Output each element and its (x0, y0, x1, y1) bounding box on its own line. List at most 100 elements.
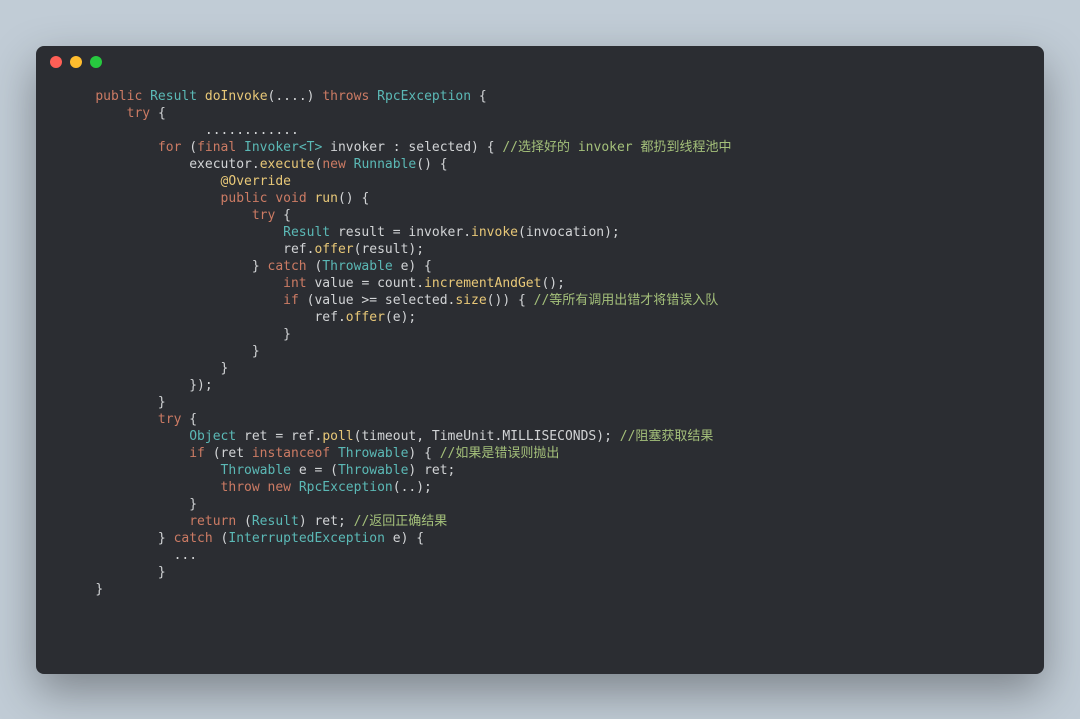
dots: ... (174, 548, 197, 563)
type-throwable: Throwable (338, 446, 408, 461)
p: ) ret; (299, 514, 346, 529)
p: (); (541, 276, 564, 291)
arg: result (361, 242, 408, 257)
brace: { (479, 89, 487, 104)
args: timeout, TimeUnit.MILLISECONDS (361, 429, 596, 444)
minimize-icon[interactable] (70, 56, 82, 68)
zoom-icon[interactable] (90, 56, 102, 68)
eq: = (393, 225, 401, 240)
kw-throws: throws (322, 89, 369, 104)
m: size (455, 293, 486, 308)
m: offer (346, 310, 385, 325)
kw-int: int (283, 276, 306, 291)
dot: . (463, 225, 471, 240)
p: () { (416, 157, 447, 172)
p: ) { (471, 140, 494, 155)
var: ret (221, 446, 244, 461)
p: ( (213, 446, 221, 461)
kw-catch: catch (268, 259, 307, 274)
var: value (314, 276, 353, 291)
m: invoke (471, 225, 518, 240)
obj: ref (283, 242, 306, 257)
kw-public: public (221, 191, 268, 206)
dot: . (252, 157, 260, 172)
brace: } (158, 395, 166, 410)
obj: invoker (408, 225, 463, 240)
p: ( (518, 225, 526, 240)
var: invoker (330, 140, 385, 155)
code-block: public Result doInvoke(....) throws RpcE… (36, 78, 1044, 618)
p: ); (604, 225, 620, 240)
type-interrupted: InterruptedException (228, 531, 385, 546)
brace: } (221, 361, 229, 376)
dot: . (338, 310, 346, 325)
obj: count (377, 276, 416, 291)
kw-new: new (322, 157, 345, 172)
eq: = (361, 276, 369, 291)
fn-doinvoke: doInvoke (205, 89, 268, 104)
p: ); (401, 310, 417, 325)
arg: e (393, 310, 401, 325)
brace: } (158, 565, 166, 580)
p: ( (330, 463, 338, 478)
p: ) ret; (408, 463, 455, 478)
type-result: Result (283, 225, 330, 240)
arg: invocation (526, 225, 604, 240)
kw-instanceof: instanceof (252, 446, 330, 461)
comment: //选择好的 invoker 都扔到线程池中 (502, 140, 731, 155)
kw-public: public (95, 89, 142, 104)
type-rpcex: RpcException (377, 89, 471, 104)
type-result: Result (252, 514, 299, 529)
brace: }); (189, 378, 212, 393)
close-icon[interactable] (50, 56, 62, 68)
dots: ............ (205, 123, 299, 138)
brace: { (189, 412, 197, 427)
p: ) { (408, 446, 431, 461)
kw-throw: throw (221, 480, 260, 495)
var: e (393, 531, 401, 546)
var: selected (408, 140, 471, 155)
p: ( (385, 310, 393, 325)
type-runnable: Runnable (354, 157, 417, 172)
p: ( (189, 140, 197, 155)
comment: //等所有调用出错才将错误入队 (534, 293, 719, 308)
titlebar (36, 46, 1044, 78)
brace: } (252, 344, 260, 359)
code-window: public Result doInvoke(....) throws RpcE… (36, 46, 1044, 674)
dot: . (416, 276, 424, 291)
m: incrementAndGet (424, 276, 541, 291)
brace: { (283, 208, 291, 223)
p: ()) { (487, 293, 526, 308)
kw-new: new (268, 480, 291, 495)
gen: <T> (299, 140, 322, 155)
m: poll (322, 429, 353, 444)
kw-catch: catch (174, 531, 213, 546)
m: execute (260, 157, 315, 172)
eq: = (275, 429, 283, 444)
type-throwable: Throwable (338, 463, 408, 478)
type-object: Object (189, 429, 236, 444)
colon: : (393, 140, 401, 155)
comment: //返回正确结果 (354, 514, 448, 529)
kw-void: void (275, 191, 306, 206)
m: offer (314, 242, 353, 257)
kw-final: final (197, 140, 236, 155)
var: e (299, 463, 307, 478)
kw-if: if (189, 446, 205, 461)
type-invoker: Invoker (244, 140, 299, 155)
kw-try: try (127, 106, 150, 121)
fn-run: run (314, 191, 337, 206)
kw-return: return (189, 514, 236, 529)
comment: //如果是错误则抛出 (440, 446, 560, 461)
p: ); (596, 429, 612, 444)
kw-if: if (283, 293, 299, 308)
brace: } (283, 327, 291, 342)
type-throwable: Throwable (221, 463, 291, 478)
p: ) { (408, 259, 431, 274)
p: ( (244, 514, 252, 529)
type-result: Result (150, 89, 197, 104)
var: ret (244, 429, 267, 444)
eq: = (314, 463, 322, 478)
p: (..); (393, 480, 432, 495)
brace: } (95, 582, 103, 597)
